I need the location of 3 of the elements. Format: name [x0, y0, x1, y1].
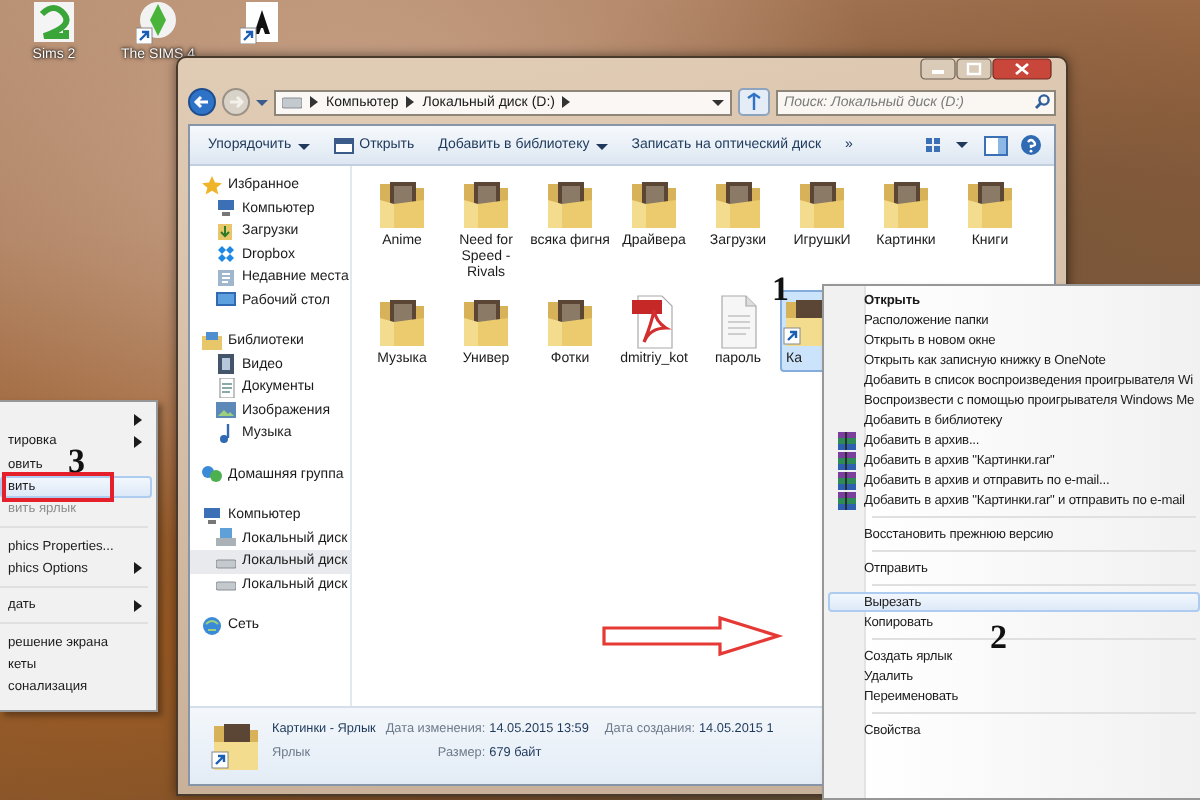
step-number: 3: [68, 444, 85, 478]
step-number: 2: [990, 620, 1007, 654]
step-number: 1: [772, 272, 789, 306]
